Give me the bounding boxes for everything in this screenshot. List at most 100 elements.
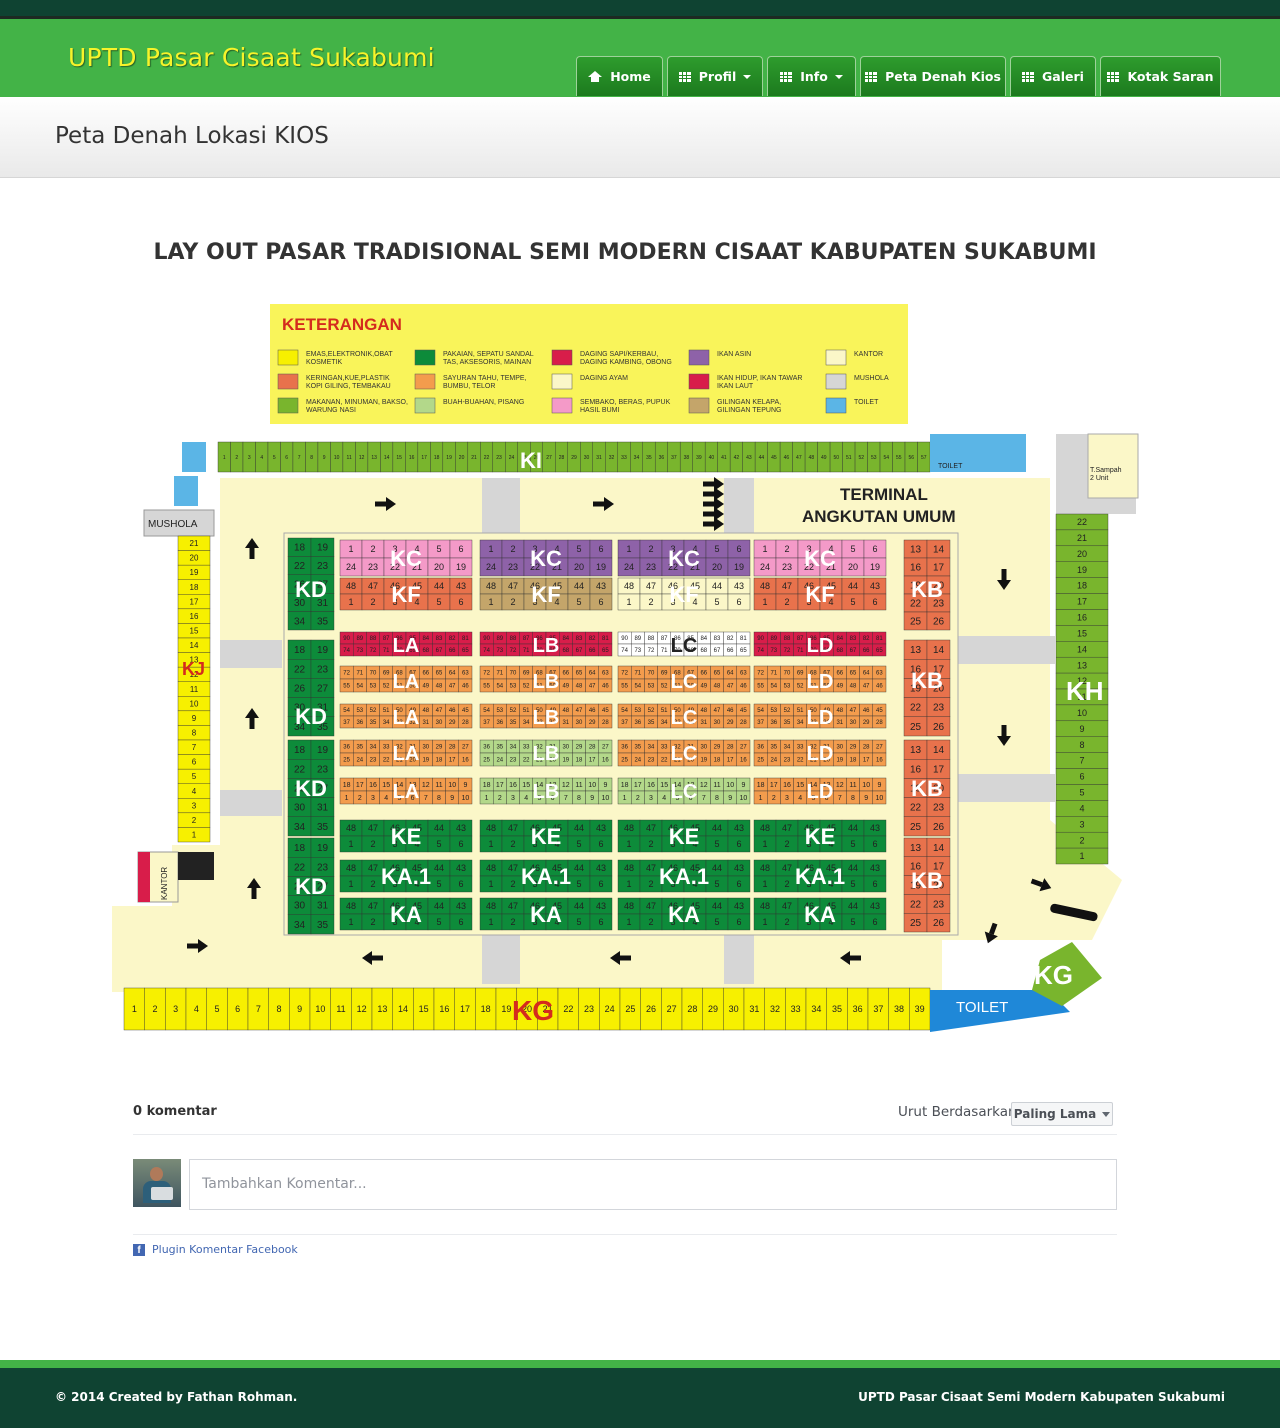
l3-stall-num: 45 (740, 708, 747, 714)
connector-6 (220, 790, 282, 816)
lb-block-label: LB (533, 781, 560, 803)
l3-stall-num: 29 (589, 720, 596, 726)
l2-stall-num: 55 (343, 684, 350, 690)
ka-stall-num: 2 (784, 917, 789, 927)
ka1-stall-num: 47 (368, 863, 378, 873)
legend-text: PAKAIAN, SEPATU SANDAL (443, 351, 534, 358)
nav-kotak-saran[interactable]: Kotak Saran (1100, 56, 1221, 96)
brand-title[interactable]: UPTD Pasar Cisaat Sukabumi (68, 43, 435, 72)
kj-stall-num: 9 (192, 714, 197, 723)
lb-block-label: LB (533, 743, 560, 765)
ka1-stall-num: 48 (346, 863, 356, 873)
l4-stall-num: 27 (462, 745, 469, 751)
l2-stall-num: 66 (700, 671, 707, 677)
kc-stall-num: 5 (850, 544, 855, 554)
nav-kotak-label: Kotak Saran (1127, 69, 1214, 84)
l2-stall-num: 48 (436, 684, 443, 690)
l4-stall-num: 30 (836, 745, 843, 751)
l4-stall-num: 22 (523, 758, 530, 764)
kj-stall-num: 7 (192, 743, 197, 752)
l4-stall-num: 36 (343, 745, 350, 751)
l4-stall-num: 28 (449, 745, 456, 751)
l-stall-num: 73 (770, 648, 777, 654)
kb-stall-num: 26 (933, 822, 945, 833)
ki-stall-num: 51 (846, 455, 852, 461)
ki-stall-num: 18 (434, 455, 440, 461)
nav-info[interactable]: Info (767, 56, 856, 96)
legend-swatch (825, 349, 847, 366)
kd-stall-num: 35 (317, 920, 329, 931)
ke-stall-num: 2 (784, 839, 789, 849)
kc-stall-num: 20 (434, 562, 444, 572)
kg-stall-num: 38 (894, 1004, 904, 1014)
l-stall-num: 72 (784, 648, 791, 654)
sort-dropdown[interactable]: Paling Lama (1011, 1102, 1113, 1126)
kd-block-label: KD (295, 874, 327, 899)
kb-stall-num: 14 (933, 545, 945, 556)
l4-stall-num: 36 (483, 745, 490, 751)
nav-galeri[interactable]: Galeri (1010, 56, 1096, 96)
l2-stall-num: 65 (436, 671, 443, 677)
l-stall-num: 90 (483, 636, 490, 642)
kb-stall-num: 16 (910, 563, 922, 574)
kg-stall-num: 27 (667, 1004, 677, 1014)
kf-stall-num: 6 (458, 597, 463, 607)
l3-stall-num: 28 (876, 720, 883, 726)
l-stall-num: 67 (576, 648, 583, 654)
l5-stall-num: 7 (564, 795, 568, 802)
l5-stall-num: 10 (740, 795, 748, 802)
l3-stall-num: 53 (356, 708, 363, 714)
kc-stall-num: 19 (734, 562, 744, 572)
l-stall-num: 74 (483, 648, 490, 654)
ki-stall-num: 42 (734, 455, 740, 461)
ke-stall-num: 5 (576, 839, 581, 849)
l3-stall-num: 31 (836, 720, 843, 726)
kf-stall-num: 47 (508, 581, 518, 591)
ke-block-label: KE (391, 824, 422, 849)
kc-stall-num: 24 (760, 562, 770, 572)
l3-stall-num: 51 (383, 708, 390, 714)
kb-stall-num: 22 (910, 703, 922, 714)
kc-stall-num: 2 (784, 544, 789, 554)
kd-stall-num: 23 (317, 664, 329, 675)
kj-label: KJ (182, 659, 205, 679)
l4-stall-num: 35 (496, 745, 503, 751)
l-stall-num: 68 (836, 648, 843, 654)
ka1-stall-num: 5 (436, 879, 441, 889)
kf-stall-num: 43 (870, 581, 880, 591)
l5-stall-num: 1 (345, 795, 349, 802)
kd-stall-num: 34 (294, 920, 306, 931)
legend-swatch (825, 397, 847, 414)
kc-block-label: KC (390, 546, 422, 571)
avatar[interactable] (133, 1159, 181, 1207)
l5-stall-num: 17 (496, 782, 504, 789)
legend-swatch (688, 373, 710, 390)
ld-block-label: LD (807, 671, 834, 693)
ka-stall-num: 44 (712, 901, 722, 911)
l5-stall-num: 3 (649, 795, 653, 802)
l-stall-num: 73 (496, 648, 503, 654)
kh-stall-num: 13 (1077, 660, 1087, 670)
kh-stall-num: 8 (1079, 740, 1084, 750)
l3-stall-num: 52 (510, 708, 517, 714)
l4-stall-num: 19 (836, 758, 843, 764)
nav-home[interactable]: Home (576, 56, 663, 96)
ki-stall-num: 22 (484, 455, 490, 461)
ka1-stall-num: 44 (848, 863, 858, 873)
facebook-plugin-link[interactable]: f Plugin Komentar Facebook (133, 1243, 298, 1256)
l4-stall-num: 34 (648, 745, 655, 751)
comment-input[interactable]: Tambahkan Komentar... (189, 1159, 1117, 1210)
l3-stall-num: 30 (436, 720, 443, 726)
ka-stall-num: 1 (626, 917, 631, 927)
kg-stall-num: 7 (256, 1004, 261, 1014)
nav-profil[interactable]: Profil (667, 56, 763, 96)
sort-value: Paling Lama (1013, 1107, 1097, 1121)
arrow-shaft (1001, 569, 1007, 580)
l2-stall-num: 49 (836, 684, 843, 690)
l3-stall-num: 46 (589, 708, 596, 714)
l4-stall-num: 17 (727, 758, 734, 764)
l-stall-num: 82 (727, 636, 734, 642)
kg-label: KG (512, 995, 554, 1026)
nav-peta-denah[interactable]: Peta Denah Kios (860, 56, 1006, 96)
l2-stall-num: 65 (850, 671, 857, 677)
